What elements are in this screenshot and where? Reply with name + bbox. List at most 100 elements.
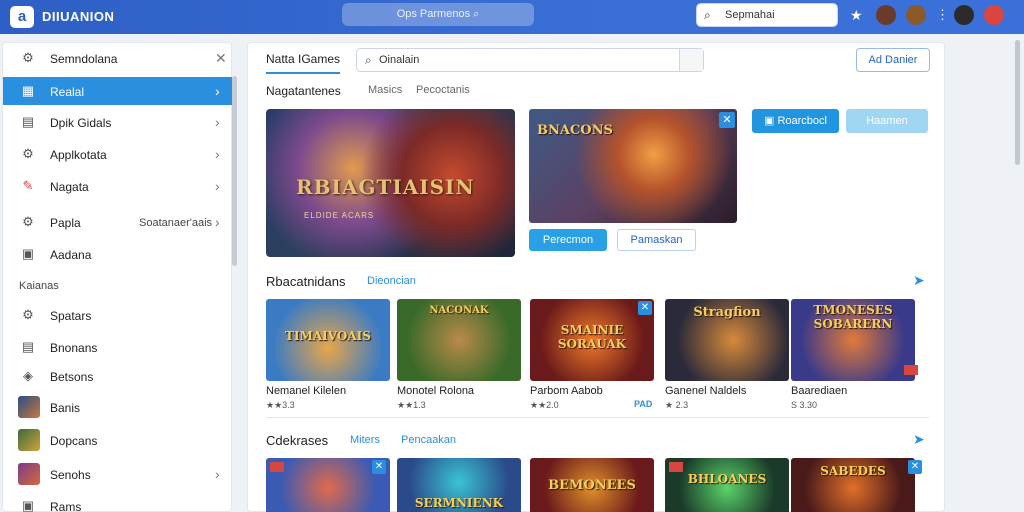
- avatar[interactable]: [906, 5, 926, 25]
- sidebar-subitem[interactable]: Dopcans: [3, 426, 232, 454]
- star-icon[interactable]: ★: [850, 7, 863, 24]
- banner-title: RBIAGTIAISIN: [296, 175, 475, 199]
- sidebar-subitem[interactable]: ◈ Betsons: [3, 362, 232, 390]
- game-card-badge: [904, 365, 918, 375]
- more-options-icon[interactable]: ⋮: [936, 7, 949, 23]
- game-card-name: Ganenel Naldels: [665, 385, 747, 397]
- search-icon: ⌕: [365, 53, 372, 67]
- game-card[interactable]: BHLOANES: [665, 458, 789, 512]
- sidebar-item[interactable]: ▣ Aadana: [3, 240, 232, 268]
- sidebar-item-active[interactable]: ▦ Realal ›: [3, 77, 232, 105]
- section-link[interactable]: Miters: [350, 434, 380, 446]
- game-card[interactable]: NACONAK: [397, 299, 521, 381]
- sidebar-item[interactable]: ⚙ Papla Soatanaer'aais ›: [3, 208, 232, 236]
- close-icon[interactable]: ✕: [372, 460, 386, 474]
- game-card-title: NACONAK: [429, 305, 489, 316]
- game-thumb-icon: [18, 429, 40, 451]
- chevron-right-icon: ›: [215, 178, 220, 194]
- subtab[interactable]: Pecoctanis: [416, 84, 470, 96]
- close-icon[interactable]: ✕: [719, 112, 735, 128]
- section-link[interactable]: Pencaakan: [401, 434, 456, 446]
- game-card-name: Parbom Aabob: [530, 385, 603, 397]
- close-icon[interactable]: ✕: [908, 460, 922, 474]
- game-card-rating: ★★2.0: [530, 400, 559, 410]
- gear-icon: ⚙: [22, 146, 34, 161]
- game-card-title: SABEDES: [820, 464, 886, 478]
- calendar-icon: ▦: [21, 83, 35, 98]
- close-icon[interactable]: ✕: [215, 50, 227, 67]
- secondary-search-input[interactable]: ⌕ Sepmahai: [696, 3, 838, 27]
- featured-game-card[interactable]: BNACONS: [529, 109, 737, 223]
- sidebar-item[interactable]: ✎ Nagata ›: [3, 172, 232, 200]
- chevron-right-icon: ›: [215, 83, 220, 99]
- brand-name: DIIUANION: [42, 9, 115, 24]
- document-icon: ▤: [21, 339, 35, 354]
- game-card[interactable]: Stragfion: [665, 299, 789, 381]
- main-panel: Natta IGames ⌕ Oinalain Ad Danier Nagata…: [247, 42, 945, 512]
- game-card[interactable]: SERMNIENK: [397, 458, 521, 512]
- arrow-right-icon[interactable]: ➤: [913, 272, 925, 289]
- game-card[interactable]: TMONESES SOBARERN: [791, 299, 915, 381]
- search-submit-button[interactable]: [679, 49, 703, 71]
- sidebar-item[interactable]: ▤ Dpik Gidals ›: [3, 108, 232, 136]
- chevron-right-icon: ›: [215, 214, 220, 230]
- sidebar-subitem[interactable]: Banis: [3, 393, 232, 421]
- notification-avatar[interactable]: [984, 5, 1004, 25]
- game-card-name: Baarediaen: [791, 385, 848, 397]
- game-card-title: BEMONEES: [548, 478, 636, 493]
- game-card-rating: ★★1.3: [397, 400, 426, 410]
- featured-game-banner[interactable]: RBIAGTIAISIN ELDIDE ACARS: [266, 109, 515, 257]
- sidebar-item[interactable]: ⚙ Applkotata ›: [3, 140, 232, 168]
- tab-main[interactable]: Natta IGames: [266, 52, 341, 74]
- sidebar: ⚙ Semndolana ✕ ▦ Realal › ▤ Dpik Gidals …: [2, 42, 232, 512]
- game-card-rating: S 3.30: [791, 400, 818, 410]
- sidebar-scrollbar[interactable]: [232, 76, 237, 266]
- sidebar-subitem[interactable]: ▤ Bnonans: [3, 333, 232, 361]
- search-icon: ⌕: [704, 8, 711, 22]
- chevron-right-icon: ›: [215, 466, 220, 482]
- app-logo-icon[interactable]: a: [10, 6, 34, 28]
- section-title: Cdekrases: [266, 433, 329, 448]
- primary-button[interactable]: Perecmon: [529, 229, 607, 251]
- game-card-title: Stragfion: [693, 305, 761, 320]
- close-icon[interactable]: ✕: [638, 301, 652, 315]
- subtab[interactable]: Nagatantenes: [266, 84, 341, 98]
- arrow-right-icon[interactable]: ➤: [913, 431, 925, 448]
- sidebar-item[interactable]: ⚙ Semndolana ✕: [3, 44, 232, 72]
- card-title: BNACONS: [537, 123, 613, 138]
- gear-icon: ⚙: [22, 307, 34, 322]
- game-card[interactable]: BEMONEES: [530, 458, 654, 512]
- chevron-right-icon: ›: [215, 146, 220, 162]
- top-search-input[interactable]: Ops Parmenos ⌕: [342, 3, 534, 26]
- sidebar-subitem[interactable]: ▣ Rams: [3, 492, 232, 512]
- sidebar-subitem[interactable]: ⚙ Spatars: [3, 301, 232, 329]
- game-card-badge: [270, 462, 284, 472]
- subtab[interactable]: Masics: [368, 84, 402, 96]
- top-bar: a DIIUANION Ops Parmenos ⌕ ⌕ Sepmahai ★ …: [0, 0, 1024, 34]
- sidebar-subitem[interactable]: Senohs ›: [3, 460, 232, 488]
- document-icon: ▤: [21, 114, 35, 129]
- pencil-icon: ✎: [22, 178, 34, 193]
- game-card-rating: ★★3.3: [266, 400, 295, 410]
- game-card-title: BHLOANES: [687, 472, 767, 486]
- game-thumb-icon: [18, 463, 40, 485]
- game-thumb-icon: [18, 396, 40, 418]
- game-card-badge: [669, 462, 683, 472]
- section-link[interactable]: Dieoncian: [367, 275, 416, 287]
- game-card-name: Monotel Rolona: [397, 385, 475, 397]
- gear-icon: ⚙: [22, 50, 34, 65]
- main-search-input[interactable]: ⌕ Oinalain: [356, 48, 704, 72]
- top-primary-button[interactable]: ▣ Roarcbocl: [752, 109, 839, 133]
- game-card[interactable]: TIMAIVOAIS: [266, 299, 390, 381]
- add-button[interactable]: Ad Danier: [856, 48, 930, 72]
- page-scrollbar[interactable]: [1015, 40, 1020, 165]
- divider: [266, 417, 929, 418]
- top-secondary-button[interactable]: Haamen: [846, 109, 928, 133]
- secondary-button[interactable]: Pamaskan: [617, 229, 696, 251]
- game-card[interactable]: SMAINIE SORAUAK: [530, 299, 654, 381]
- game-card[interactable]: SABEDES: [791, 458, 915, 512]
- gear-icon: ⚙: [22, 214, 34, 229]
- avatar[interactable]: [876, 5, 896, 25]
- avatar[interactable]: [954, 5, 974, 25]
- game-card-title: TIMAIVOAIS: [285, 329, 371, 343]
